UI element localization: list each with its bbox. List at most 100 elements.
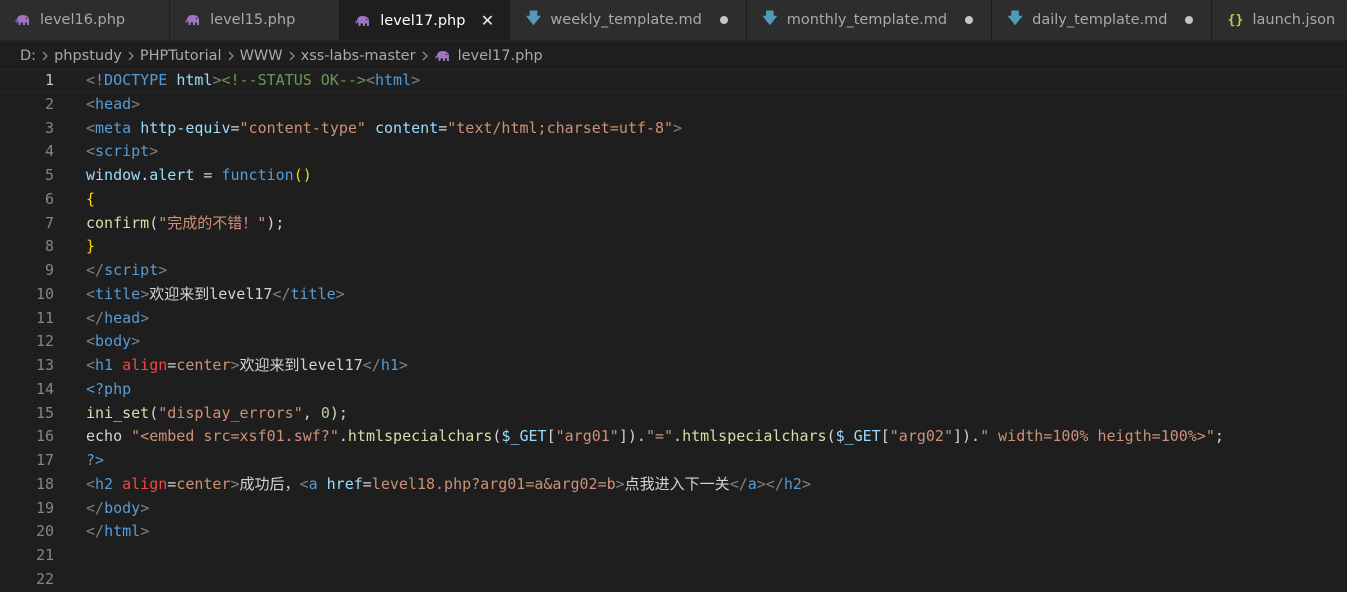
code-token: = (230, 118, 240, 137)
code-text: <h1 align=center>欢迎来到level17</h1> (54, 354, 408, 378)
code-token: htmlspecialchars (682, 427, 827, 446)
code-text: </head> (54, 307, 149, 331)
code-text: ?> (54, 449, 104, 473)
code-token: ( (149, 403, 159, 422)
close-icon[interactable]: ✕ (481, 12, 494, 29)
code-token: < (86, 118, 96, 137)
code-token: > (230, 356, 240, 374)
code-token: > (140, 284, 150, 303)
breadcrumb-label: level17.php (457, 48, 543, 64)
code-token: > (149, 142, 159, 161)
unsaved-dot-icon[interactable] (965, 16, 974, 24)
tab-label: level16.php (40, 12, 126, 28)
code-token: < (86, 94, 96, 113)
line-number: 15 (35, 403, 54, 422)
code-line[interactable]: 1 <!DOCTYPE html><!--STATUS OK--><html> (0, 69, 1347, 93)
code-line[interactable]: 15 ini_set("display_errors", 0); (0, 402, 1347, 426)
code-text: </html> (54, 520, 149, 544)
code-text: echo "<embed src=xsf01.swf?".htmlspecial… (54, 425, 1224, 449)
code-token: script (104, 261, 159, 279)
code-line[interactable]: 13 <h1 align=center>欢迎来到level17</h1> (0, 354, 1347, 378)
tab-level17-php[interactable]: level17.php ✕ (340, 0, 511, 40)
markdown-arrow-icon: 🡇 (525, 8, 542, 27)
code-line[interactable]: 4 <script> (0, 140, 1347, 164)
code-token: = (194, 166, 222, 184)
code-line[interactable]: 16 echo "<embed src=xsf01.swf?".htmlspeci… (0, 425, 1347, 449)
code-token: > (801, 474, 811, 493)
code-text: window.alert = function() (54, 164, 312, 188)
breadcrumb-label: xss-labs-master (300, 48, 416, 64)
chevron-right-icon (41, 50, 49, 62)
code-line[interactable]: 2 <head> (0, 93, 1347, 117)
code-line[interactable]: 10 <title>欢迎来到level17</title> (0, 283, 1347, 307)
code-token: < (365, 71, 375, 89)
unsaved-dot-icon[interactable] (1185, 16, 1194, 24)
code-text: <?php (54, 378, 131, 402)
code-line[interactable]: 7 confirm("完成的不错！"); (0, 212, 1347, 236)
code-line[interactable]: 11 </head> (0, 307, 1347, 331)
code-token: 欢迎来到level17 (149, 284, 273, 303)
code-line[interactable]: 5 window.alert = function() (0, 164, 1347, 188)
tab-daily-template-md[interactable]: 🡇 daily_template.md (992, 0, 1213, 40)
code-line[interactable]: 14 <?php (0, 378, 1347, 402)
code-token: "<embed src=xsf01.swf?" (131, 427, 339, 446)
code-token: </ (272, 284, 291, 303)
tab-label: level15.php (210, 12, 296, 28)
code-line[interactable]: 9 </script> (0, 259, 1347, 283)
tab-level16-php[interactable]: level16.php (0, 0, 171, 40)
code-token: head (104, 308, 141, 327)
code-token: > (411, 71, 421, 89)
code-token: > (131, 332, 141, 351)
breadcrumb-item[interactable]: D: (20, 48, 36, 64)
code-token: "display_errors" (158, 403, 303, 422)
line-number: 6 (44, 189, 54, 208)
code-token: = (362, 474, 372, 493)
php-elephant-icon (14, 12, 32, 28)
breadcrumb-item[interactable]: phpstudy (54, 48, 122, 64)
code-text: </script> (54, 259, 167, 283)
code-token: . (140, 166, 150, 184)
tab-weekly-template-md[interactable]: 🡇 weekly_template.md (510, 0, 747, 40)
code-line[interactable]: 20 </html> (0, 520, 1347, 544)
code-token: > (615, 474, 625, 493)
code-text: <h2 align=center>成功后，<a href=level18.php… (54, 473, 811, 497)
code-line[interactable]: 22 (0, 568, 1347, 592)
code-line[interactable]: 21 (0, 544, 1347, 568)
unsaved-dot-icon[interactable] (719, 16, 728, 24)
line-number: 20 (35, 522, 54, 541)
code-token: > (140, 498, 150, 517)
breadcrumb-item[interactable]: WWW (240, 48, 283, 64)
tab-level15-php[interactable]: level15.php (170, 0, 341, 40)
code-token: html (176, 71, 213, 89)
line-number: 1 (44, 71, 54, 89)
code-token: ( (826, 427, 836, 446)
code-token: ; (1214, 427, 1224, 446)
code-line[interactable]: 8} (0, 235, 1347, 259)
code-line[interactable]: 6{ (0, 188, 1347, 212)
code-line[interactable]: 19 </body> (0, 497, 1347, 521)
code-token: align (122, 474, 168, 493)
editor-tab-bar: level16.php level15.php level17.php ✕ 🡇 weekl… (0, 0, 1347, 41)
code-editor[interactable]: 1 <!DOCTYPE html><!--STATUS OK--><html> 2 <… (0, 69, 1347, 588)
code-token: align (122, 356, 168, 374)
tab-label: launch.json (1252, 12, 1336, 28)
code-text: <!DOCTYPE html><!--STATUS OK--><html> (54, 69, 420, 93)
tab-label: monthly_template.md (786, 12, 948, 28)
code-token: [ (546, 427, 556, 446)
code-token: content (375, 118, 439, 137)
breadcrumb-label: phpstudy (54, 48, 122, 64)
code-token: 成功后， (239, 474, 300, 493)
breadcrumb-item[interactable]: level17.php (434, 48, 543, 64)
code-token: 0 (320, 403, 330, 422)
breadcrumb-item[interactable]: xss-labs-master (301, 48, 416, 64)
code-line[interactable]: 3 <meta http-equiv="content-type" content… (0, 117, 1347, 141)
line-number: 16 (35, 427, 54, 446)
code-line[interactable]: 17 ?> (0, 449, 1347, 473)
code-token: ini_set (86, 403, 150, 422)
breadcrumb-item[interactable]: PHPTutorial (140, 48, 222, 64)
code-line[interactable]: 18 <h2 align=center>成功后，<a href=level18.p… (0, 473, 1347, 497)
code-line[interactable]: 12 <body> (0, 330, 1347, 354)
tab-launch-json[interactable]: {} launch.json (1212, 0, 1347, 40)
line-number: 3 (44, 118, 54, 137)
tab-monthly-template-md[interactable]: 🡇 monthly_template.md (746, 0, 993, 40)
